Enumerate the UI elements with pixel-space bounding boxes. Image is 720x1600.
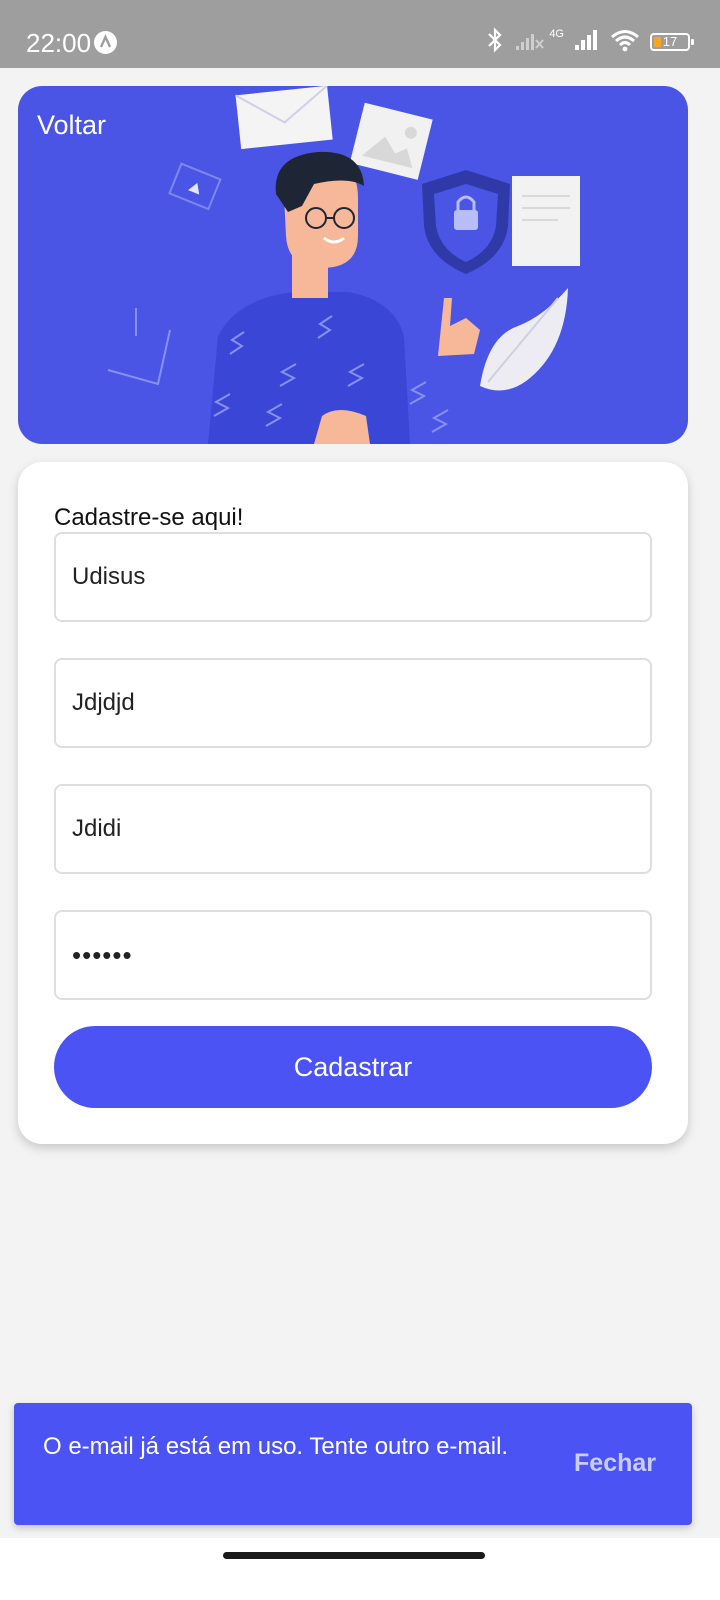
form-title: Cadastre-se aqui! bbox=[54, 504, 244, 531]
battery-icon: 17 bbox=[650, 33, 694, 51]
wifi-icon bbox=[610, 28, 640, 57]
username-field[interactable] bbox=[54, 658, 652, 748]
battery-level: 17 bbox=[662, 34, 678, 49]
signal-no-service-icon bbox=[515, 28, 545, 57]
name-field[interactable] bbox=[54, 532, 652, 622]
app-alert-icon bbox=[94, 31, 117, 54]
signup-button[interactable]: Cadastrar bbox=[54, 1026, 652, 1108]
status-icons: 4G 17 bbox=[485, 26, 694, 59]
home-gesture-handle[interactable] bbox=[223, 1552, 485, 1559]
snackbar-close-button[interactable]: Fechar bbox=[574, 1449, 656, 1478]
status-bar: 22:00 4G 17 bbox=[0, 0, 720, 68]
network-type: 4G bbox=[549, 28, 564, 40]
bluetooth-icon bbox=[485, 26, 505, 59]
back-link[interactable]: Voltar bbox=[37, 110, 106, 141]
snackbar: O e-mail já está em uso. Tente outro e-m… bbox=[14, 1403, 692, 1525]
navigation-bar bbox=[0, 1538, 720, 1600]
person-with-security-shield-illustration bbox=[107, 86, 580, 444]
snackbar-message: O e-mail já está em uso. Tente outro e-m… bbox=[43, 1433, 509, 1460]
email-field[interactable] bbox=[54, 784, 652, 874]
signal-4g-icon bbox=[574, 28, 600, 57]
password-field[interactable] bbox=[54, 910, 652, 1000]
signup-card: Cadastre-se aqui! Cadastrar bbox=[18, 462, 688, 1144]
hero-banner: Voltar bbox=[18, 86, 688, 444]
status-time: 22:00 bbox=[26, 28, 92, 58]
